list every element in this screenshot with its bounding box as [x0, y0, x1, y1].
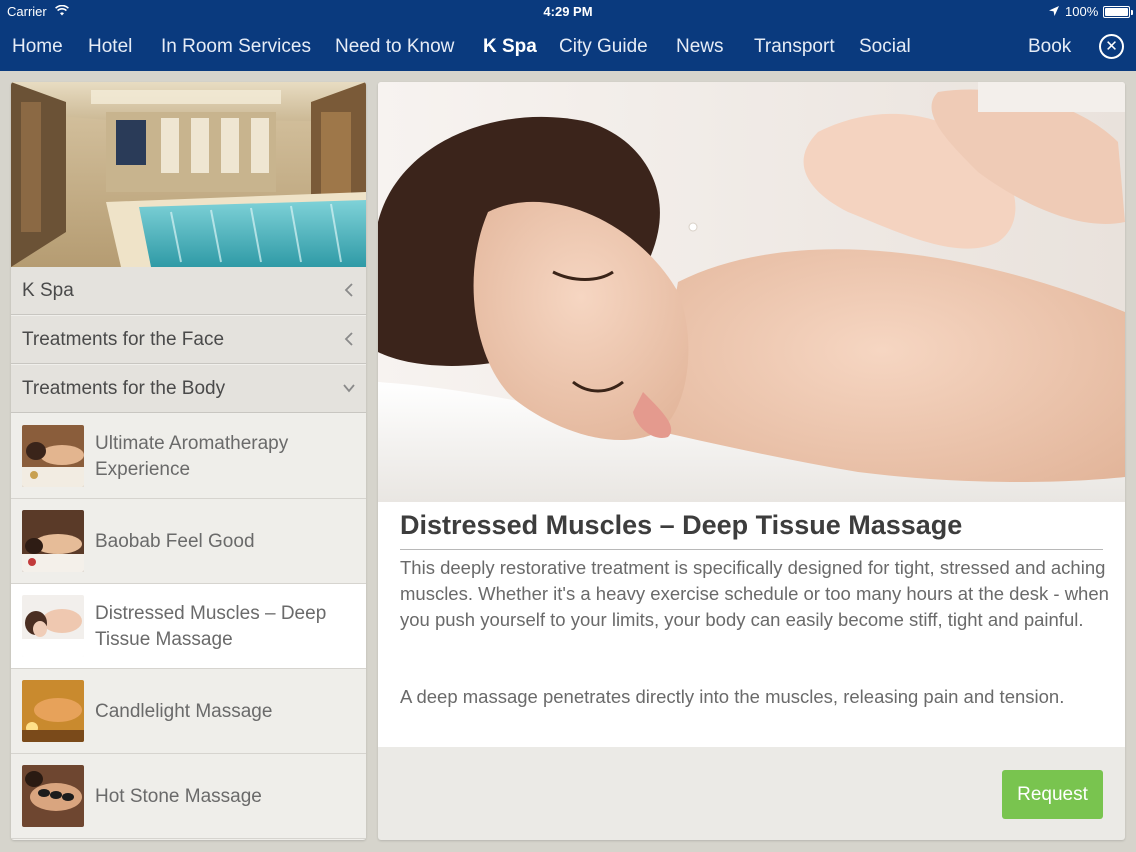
- deep-tissue-thumbnail: [22, 595, 84, 657]
- sidebar: K Spa Treatments for the Face Treatments…: [11, 82, 366, 840]
- nav-k-spa[interactable]: K Spa: [483, 36, 537, 58]
- close-icon[interactable]: ✕: [1099, 34, 1124, 59]
- menu-treatments-body-label: Treatments for the Body: [22, 378, 226, 399]
- list-item-deep-tissue[interactable]: Distressed Muscles – Deep Tissue Massage: [11, 584, 366, 669]
- title-divider: [400, 549, 1103, 550]
- nav-city-guide[interactable]: City Guide: [559, 36, 648, 58]
- list-item-aromatherapy[interactable]: Ultimate Aromatherapy Experience: [11, 414, 366, 499]
- nav-transport[interactable]: Transport: [754, 36, 835, 58]
- list-item-candlelight[interactable]: Candlelight Massage: [11, 669, 366, 754]
- battery-percent: 100%: [1065, 4, 1099, 19]
- list-item-label: Distressed Muscles – Deep Tissue Massage: [95, 602, 327, 650]
- list-item-label: Baobab Feel Good: [95, 530, 255, 552]
- menu-k-spa-label: K Spa: [22, 280, 74, 301]
- aromatherapy-thumbnail: [22, 425, 84, 487]
- treatment-title: Distressed Muscles – Deep Tissue Massage: [400, 510, 963, 540]
- list-item-label: Hot Stone Massage: [95, 785, 262, 807]
- chevron-down-icon: [343, 384, 355, 393]
- status-time: 4:29 PM: [543, 4, 593, 19]
- nav-in-room-services[interactable]: In Room Services: [161, 36, 311, 58]
- chevron-left-icon: [344, 283, 353, 297]
- description-paragraph: A deep massage penetrates directly into …: [400, 686, 1065, 707]
- list-item-baobab[interactable]: Baobab Feel Good: [11, 499, 366, 584]
- treatment-detail: Distressed Muscles – Deep Tissue Massage…: [378, 82, 1125, 840]
- nav-need-to-know[interactable]: Need to Know: [335, 36, 454, 58]
- baobab-thumbnail: [22, 510, 84, 572]
- detail-body: Distressed Muscles – Deep Tissue Massage…: [378, 502, 1125, 747]
- nav-book[interactable]: Book: [1028, 36, 1071, 58]
- chevron-left-icon: [344, 332, 353, 346]
- massage-hero-image: [378, 82, 1125, 502]
- list-item-label: Ultimate Aromatherapy Experience: [95, 432, 289, 480]
- top-bar: Carrier 4:29 PM 100% Home Hotel In Room …: [0, 0, 1136, 71]
- list-item-hot-stone[interactable]: Hot Stone Massage: [11, 754, 366, 839]
- location-arrow-icon: [1049, 6, 1059, 16]
- list-item-label: Candlelight Massage: [95, 700, 273, 722]
- spa-pool-image: [11, 82, 366, 267]
- nav-news[interactable]: News: [676, 36, 724, 58]
- menu-treatments-face-label: Treatments for the Face: [22, 329, 225, 350]
- status-bar: Carrier 4:29 PM 100%: [0, 0, 1136, 24]
- menu-treatments-face[interactable]: Treatments for the Face: [11, 316, 366, 364]
- candlelight-thumbnail: [22, 680, 84, 742]
- nav-home[interactable]: Home: [12, 36, 63, 58]
- menu-k-spa[interactable]: K Spa: [11, 267, 366, 315]
- request-button[interactable]: Request: [1002, 770, 1103, 819]
- nav-social[interactable]: Social: [859, 36, 911, 58]
- battery-icon: [1103, 6, 1133, 18]
- menu-treatments-body[interactable]: Treatments for the Body: [11, 365, 366, 413]
- main-nav: Home Hotel In Room Services Need to Know…: [0, 30, 1136, 66]
- description-paragraph: This deeply restorative treatment is spe…: [400, 557, 1109, 630]
- nav-hotel[interactable]: Hotel: [88, 36, 132, 58]
- hot-stone-thumbnail: [22, 765, 84, 827]
